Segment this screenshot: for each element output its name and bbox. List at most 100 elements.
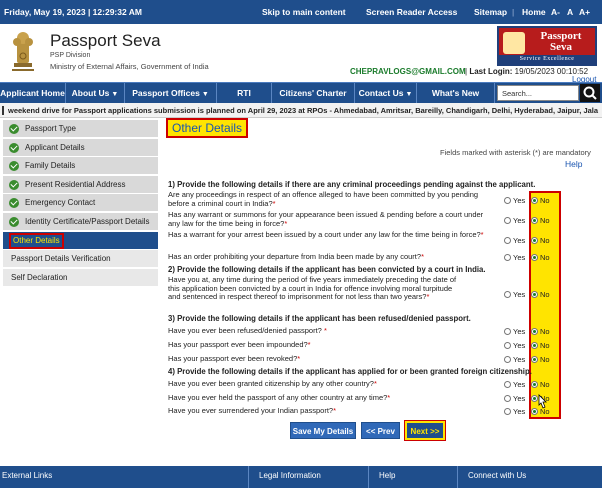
nav-rti[interactable]: RTI <box>217 83 272 103</box>
site-header: Passport Seva PSP Division Ministry of E… <box>0 24 602 84</box>
yes-radio[interactable]: Yes <box>504 236 525 245</box>
footer-help[interactable]: Help <box>379 471 395 480</box>
mandatory-note: Fields marked with asterisk (*) are mand… <box>440 148 591 157</box>
question-label: Have you ever been granted citizenship b… <box>168 379 377 388</box>
yes-radio[interactable]: Yes <box>504 196 525 205</box>
nav-about-us[interactable]: About Us ▼ <box>66 83 125 103</box>
font-decrease-button[interactable]: A- <box>551 7 560 17</box>
sidebar-item-applicant-details[interactable]: Applicant Details <box>3 139 158 157</box>
user-email: CHEPRAVLOGS@GMAIL.COM <box>350 67 466 76</box>
prev-button[interactable]: << Prev <box>361 422 400 439</box>
nav-citizens-charter[interactable]: Citizens' Charter <box>272 83 355 103</box>
question-label: Has your passport ever been revoked?* <box>168 354 301 363</box>
question-label: Has a warrant for your arrest been issue… <box>168 230 484 239</box>
footer-divider <box>368 466 369 488</box>
form-steps-sidebar: Passport Type Applicant Details Family D… <box>3 120 158 288</box>
next-button[interactable]: Next >> <box>404 420 446 441</box>
question-label: Has an order prohibiting your departure … <box>168 252 424 261</box>
check-icon <box>9 198 19 208</box>
question-label: Have you ever surrendered your Indian pa… <box>168 407 337 415</box>
question-label: Have you ever held the passport of any o… <box>168 393 391 402</box>
check-icon <box>9 161 19 171</box>
sidebar-item-passport-verification[interactable]: Passport Details Verification <box>3 250 158 268</box>
no-radio[interactable]: No <box>531 236 550 245</box>
site-footer: External Links Legal Information Help Co… <box>0 466 602 488</box>
search-icon <box>583 86 597 100</box>
check-icon <box>9 124 19 134</box>
topbar-divider: | <box>512 7 515 17</box>
nav-contact-us[interactable]: Contact Us ▼ <box>355 83 417 103</box>
ministry-label: Ministry of External Affairs, Government… <box>50 62 209 71</box>
yes-radio[interactable]: Yes <box>504 253 525 262</box>
sidebar-item-self-declaration[interactable]: Self Declaration <box>3 269 158 287</box>
no-radio[interactable]: No <box>531 327 550 336</box>
logo-text: Passport Seva <box>540 30 582 53</box>
no-radio[interactable]: No <box>531 216 550 225</box>
yes-radio[interactable]: Yes <box>504 216 525 225</box>
no-radio[interactable]: No <box>531 253 550 262</box>
nav-applicant-home[interactable]: Applicant Home <box>0 83 66 103</box>
skip-to-main-link[interactable]: Skip to main content <box>262 7 346 17</box>
footer-legal-information[interactable]: Legal Information <box>259 471 321 480</box>
font-normal-button[interactable]: A <box>567 7 573 17</box>
sidebar-item-other-details[interactable]: Other Details <box>3 232 158 250</box>
no-radio[interactable]: No <box>531 196 550 205</box>
ticker-text: weekend drive for Passport applications … <box>8 106 599 115</box>
yes-radio[interactable]: Yes <box>504 394 525 403</box>
screen-reader-link[interactable]: Screen Reader Access <box>366 7 457 17</box>
yes-radio[interactable]: Yes <box>504 380 525 389</box>
yes-radio[interactable]: Yes <box>504 407 525 415</box>
top-utility-bar: Friday, May 19, 2023 | 12:29:32 AM Skip … <box>0 0 602 24</box>
current-datetime: Friday, May 19, 2023 | 12:29:32 AM <box>4 7 142 17</box>
no-radio[interactable]: No <box>531 341 550 350</box>
national-emblem-icon <box>12 32 34 71</box>
sidebar-item-family-details[interactable]: Family Details <box>3 157 158 175</box>
sidebar-item-identity-certificate[interactable]: Identity Certificate/Passport Details <box>3 213 158 231</box>
footer-external-links[interactable]: External Links <box>2 471 52 480</box>
check-icon <box>9 143 19 153</box>
chevron-down-icon: ▼ <box>111 91 119 98</box>
site-title: Passport Seva <box>50 31 161 50</box>
division-label: PSP Division <box>50 52 91 59</box>
question-label: Are any proceedings in respect of an off… <box>168 190 479 208</box>
no-radio[interactable]: No <box>531 290 550 299</box>
save-my-details-button[interactable]: Save My Details <box>290 422 356 439</box>
yes-radio[interactable]: Yes <box>504 355 525 364</box>
yes-radio[interactable]: Yes <box>504 290 525 299</box>
question-label: Has your passport ever been impounded?* <box>168 340 311 349</box>
no-radio[interactable]: No <box>531 355 550 364</box>
chevron-down-icon: ▼ <box>405 91 413 98</box>
footer-divider <box>248 466 249 488</box>
mouse-cursor-icon <box>538 394 547 409</box>
sidebar-item-present-address[interactable]: Present Residential Address <box>3 176 158 194</box>
no-radio[interactable]: No <box>531 380 550 389</box>
footer-divider <box>457 466 458 488</box>
footer-connect-with-us[interactable]: Connect with Us <box>468 471 526 480</box>
question-label: Has any warrant or summons for your appe… <box>168 210 484 228</box>
passport-seva-logo: Passport Seva Service Excellence <box>497 26 597 66</box>
font-increase-button[interactable]: A+ <box>579 7 590 17</box>
last-login-info: | Last Login: 19/05/2023 00:10:52 <box>465 67 589 76</box>
main-navigation: Applicant Home About Us ▼ Passport Office… <box>0 82 602 103</box>
sitemap-link[interactable]: Sitemap <box>474 7 507 17</box>
logo-tagline: Service Excellence <box>499 55 595 64</box>
sidebar-item-emergency-contact[interactable]: Emergency Contact <box>3 194 158 212</box>
nav-passport-offices[interactable]: Passport Offices ▼ <box>125 83 217 103</box>
search-button[interactable] <box>580 84 600 102</box>
chevron-down-icon: ▼ <box>201 91 209 98</box>
sidebar-item-passport-type[interactable]: Passport Type <box>3 120 158 138</box>
help-link[interactable]: Help <box>565 159 582 169</box>
section-heading: 3) Provide the following details if the … <box>168 314 471 323</box>
search-input[interactable]: Search... <box>497 85 579 101</box>
check-icon <box>9 217 19 227</box>
nav-whats-new[interactable]: What's New <box>417 83 495 103</box>
check-icon <box>9 180 19 190</box>
home-link[interactable]: Home <box>522 7 546 17</box>
question-label: Have you ever been refused/denied passpo… <box>168 326 327 335</box>
logo-emblem-icon <box>503 32 525 54</box>
yes-radio[interactable]: Yes <box>504 341 525 350</box>
page-title: Other Details <box>166 118 249 138</box>
ticker-marker <box>2 106 4 115</box>
yes-radio[interactable]: Yes <box>504 327 525 336</box>
section-heading: 1) Provide the following details if ther… <box>168 180 536 189</box>
